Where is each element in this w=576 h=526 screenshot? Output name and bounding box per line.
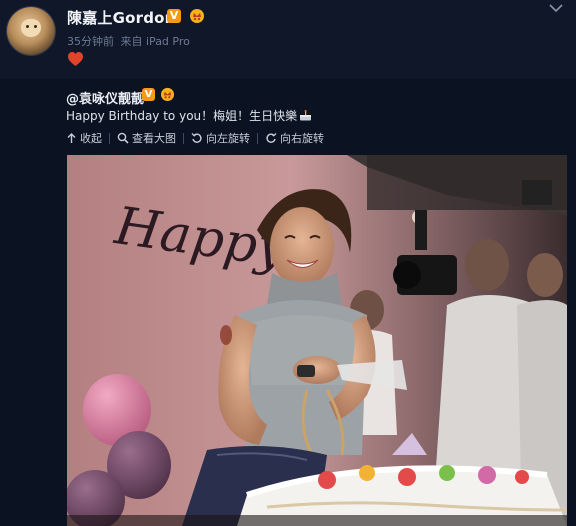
repost-text: Happy Birthday to you！梅姐！生日快樂: [66, 107, 312, 124]
vip-crown-icon: [190, 9, 204, 23]
magnify-icon: [117, 132, 129, 144]
post-username[interactable]: 陳嘉上Gordon: [67, 7, 176, 28]
user-avatar[interactable]: [7, 7, 55, 55]
post-photo[interactable]: Happy: [67, 155, 567, 526]
cake-emoji-icon: [300, 110, 312, 121]
avatar-face: [21, 19, 41, 37]
view-large-image-label: 查看大图: [132, 132, 176, 145]
repost-verified-badge-icon: V: [142, 88, 155, 101]
repost-text-body: Happy Birthday to you！梅姐！生日快樂: [66, 109, 298, 123]
verified-badge-icon: V: [167, 9, 181, 23]
view-large-image-button[interactable]: 查看大图: [117, 130, 176, 146]
weibo-post: 陳嘉上Gordon V 35分钟前 来自 iPad Pro @袁咏仪靓靓 V H…: [0, 0, 576, 526]
post-meta: 35分钟前 来自 iPad Pro: [67, 33, 190, 49]
chevron-down-icon[interactable]: [548, 2, 564, 14]
rotate-right-label: 向右旋转: [280, 132, 324, 145]
repost-vip-crown-icon: [160, 87, 175, 101]
toolbar-divider: [109, 132, 110, 144]
collapse-button[interactable]: 收起: [66, 130, 102, 146]
rotate-left-icon: [191, 133, 202, 143]
rotate-right-icon: [266, 133, 277, 143]
rotate-left-label: 向左旋转: [206, 132, 250, 145]
collapse-icon: [67, 132, 76, 143]
image-toolbar: 收起 查看大图 向左旋转 向右旋转: [66, 130, 324, 146]
repost-author[interactable]: @袁咏仪靓靓: [66, 88, 144, 107]
birthday-photo: Happy: [67, 155, 567, 526]
rotate-left-button[interactable]: 向左旋转: [191, 130, 250, 146]
toolbar-divider: [257, 132, 258, 144]
heart-icon: [68, 52, 83, 66]
post-source[interactable]: 来自 iPad Pro: [121, 35, 190, 48]
toolbar-divider: [183, 132, 184, 144]
rotate-right-button[interactable]: 向右旋转: [265, 130, 324, 146]
collapse-label: 收起: [80, 132, 102, 145]
post-time: 35分钟前: [67, 35, 114, 48]
